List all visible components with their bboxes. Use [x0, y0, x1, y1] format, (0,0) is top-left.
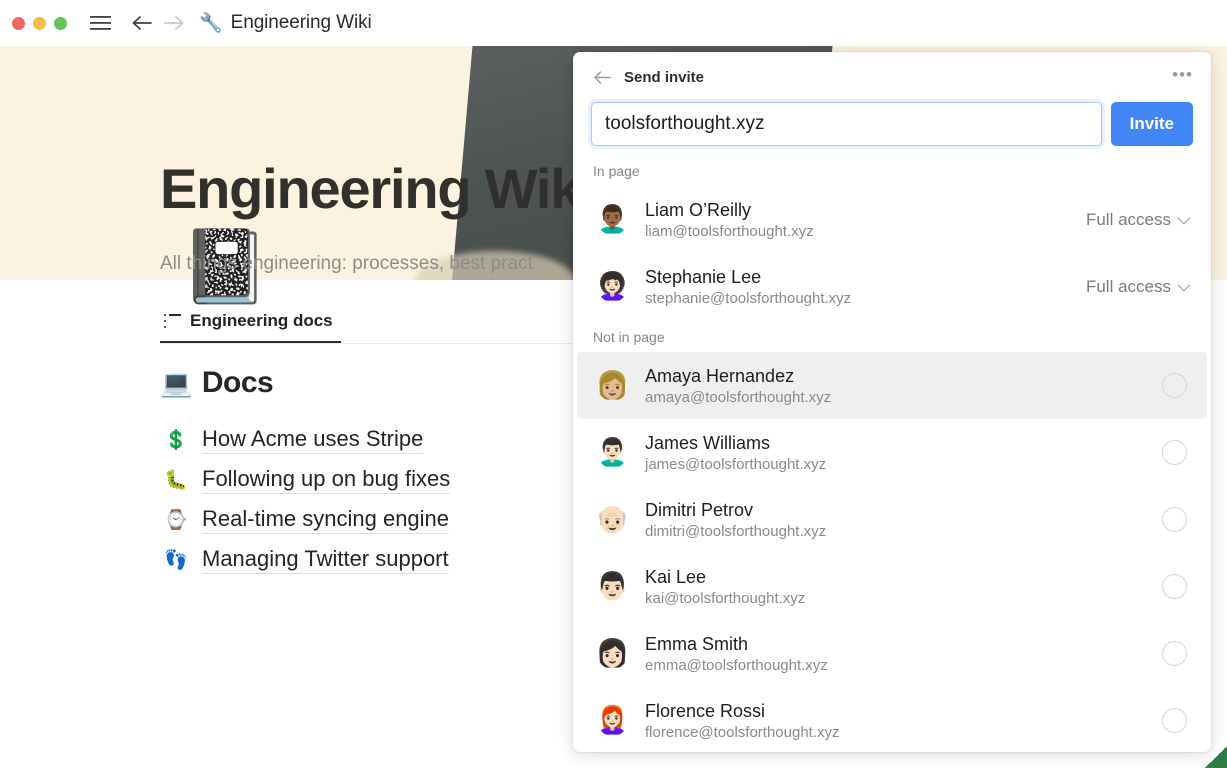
send-invite-modal: Send invite ••• Invite In page 👨🏾‍🦱 Liam… — [573, 52, 1211, 752]
chevron-down-icon — [1178, 279, 1191, 292]
person-email: dimitri@toolsforthought.xyz — [645, 523, 826, 540]
wrench-icon: 🔧 — [199, 14, 223, 33]
list-icon — [164, 314, 181, 328]
back-arrow-icon[interactable] — [591, 66, 613, 88]
person-email: kai@toolsforthought.xyz — [645, 590, 805, 607]
access-dropdown[interactable]: Full access — [1086, 277, 1187, 297]
person-row-florence[interactable]: 👩🏻‍🦰 Florence Rossi florence@toolsfortho… — [577, 687, 1207, 752]
invite-input-row: Invite — [573, 102, 1211, 146]
avatar: 👩🏻 — [597, 638, 628, 669]
page-subtitle: All things engineering: processes, best … — [160, 253, 533, 275]
zoom-window-button[interactable] — [54, 17, 67, 30]
select-person-radio[interactable] — [1162, 708, 1187, 733]
select-person-radio[interactable] — [1162, 507, 1187, 532]
select-person-radio[interactable] — [1162, 641, 1187, 666]
person-email: amaya@toolsforthought.xyz — [645, 389, 831, 406]
close-window-button[interactable] — [12, 17, 25, 30]
section-header-in-page: In page — [573, 154, 1211, 186]
access-label: Full access — [1086, 210, 1171, 230]
avatar: 👴🏻 — [597, 504, 628, 535]
person-name: Stephanie Lee — [645, 267, 851, 288]
docs-heading-label: Docs — [202, 366, 273, 400]
tab-label: Engineering docs — [190, 311, 333, 331]
access-dropdown[interactable]: Full access — [1086, 210, 1187, 230]
person-row-emma[interactable]: 👩🏻 Emma Smith emma@toolsforthought.xyz — [577, 620, 1207, 687]
select-person-radio[interactable] — [1162, 373, 1187, 398]
invite-search-input[interactable] — [591, 102, 1102, 146]
tab-engineering-docs[interactable]: Engineering docs — [160, 300, 341, 343]
back-arrow-icon[interactable] — [127, 8, 157, 38]
select-person-radio[interactable] — [1162, 574, 1187, 599]
person-row-stephanie[interactable]: 👩🏻‍🦱 Stephanie Lee stephanie@toolsfortho… — [577, 253, 1207, 320]
modal-header: Send invite ••• — [573, 52, 1211, 102]
bug-icon: 🐛 — [164, 468, 188, 492]
dollar-icon: 💲 — [164, 428, 188, 452]
doc-link[interactable]: Following up on bug fixes — [202, 466, 450, 494]
docs-section-heading: 💻 Docs — [160, 366, 273, 400]
person-name: Liam O’Reilly — [645, 200, 814, 221]
person-name: Kai Lee — [645, 567, 805, 588]
watch-icon: ⌚ — [164, 508, 188, 532]
section-header-not-in-page: Not in page — [573, 320, 1211, 352]
ellipsis-icon[interactable]: ••• — [1172, 66, 1193, 88]
person-email: emma@toolsforthought.xyz — [645, 657, 828, 674]
avatar: 👩🏻‍🦰 — [597, 705, 628, 736]
doc-link[interactable]: Managing Twitter support — [202, 546, 449, 574]
chevron-down-icon — [1178, 212, 1191, 225]
avatar: 👨🏾‍🦱 — [597, 204, 628, 235]
avatar: 👨🏻 — [597, 571, 628, 602]
app-window: 🔧 Engineering Wiki 📓 Engineering Wiki Al… — [0, 0, 1227, 768]
person-name: Dimitri Petrov — [645, 500, 826, 521]
person-email: james@toolsforthought.xyz — [645, 456, 826, 473]
avatar: 👨🏻‍🦱 — [597, 437, 628, 468]
doc-link[interactable]: Real-time syncing engine — [202, 506, 449, 534]
people-list-scroll[interactable]: In page 👨🏾‍🦱 Liam O’Reilly liam@toolsfor… — [573, 146, 1211, 752]
minimize-window-button[interactable] — [33, 17, 46, 30]
title-bar: 🔧 Engineering Wiki — [0, 0, 1227, 46]
laptop-icon: 💻 — [160, 368, 192, 399]
person-row-james[interactable]: 👨🏻‍🦱 James Williams james@toolsforthough… — [577, 419, 1207, 486]
document-title: Engineering Wiki — [231, 12, 372, 34]
person-email: liam@toolsforthought.xyz — [645, 223, 814, 240]
window-controls — [12, 17, 67, 30]
person-email: florence@toolsforthought.xyz — [645, 724, 840, 741]
doc-link[interactable]: How Acme uses Stripe — [202, 426, 423, 454]
hamburger-menu-icon[interactable] — [85, 8, 115, 38]
person-row-dimitri[interactable]: 👴🏻 Dimitri Petrov dimitri@toolsforthough… — [577, 486, 1207, 553]
avatar: 👩🏼 — [597, 370, 628, 401]
modal-title: Send invite — [624, 69, 704, 86]
person-name: Emma Smith — [645, 634, 828, 655]
invite-button[interactable]: Invite — [1111, 102, 1193, 146]
person-name: Florence Rossi — [645, 701, 840, 722]
avatar: 👩🏻‍🦱 — [597, 271, 628, 302]
person-name: James Williams — [645, 433, 826, 454]
select-person-radio[interactable] — [1162, 440, 1187, 465]
access-label: Full access — [1086, 277, 1171, 297]
person-email: stephanie@toolsforthought.xyz — [645, 290, 851, 307]
person-row-amaya[interactable]: 👩🏼 Amaya Hernandez amaya@toolsforthought… — [577, 352, 1207, 419]
forward-arrow-icon[interactable] — [159, 8, 189, 38]
footprints-icon: 👣 — [164, 548, 188, 572]
person-name: Amaya Hernandez — [645, 366, 831, 387]
person-row-kai[interactable]: 👨🏻 Kai Lee kai@toolsforthought.xyz — [577, 553, 1207, 620]
page-title: Engineering Wiki — [160, 156, 595, 221]
person-row-liam[interactable]: 👨🏾‍🦱 Liam O’Reilly liam@toolsforthought.… — [577, 186, 1207, 253]
